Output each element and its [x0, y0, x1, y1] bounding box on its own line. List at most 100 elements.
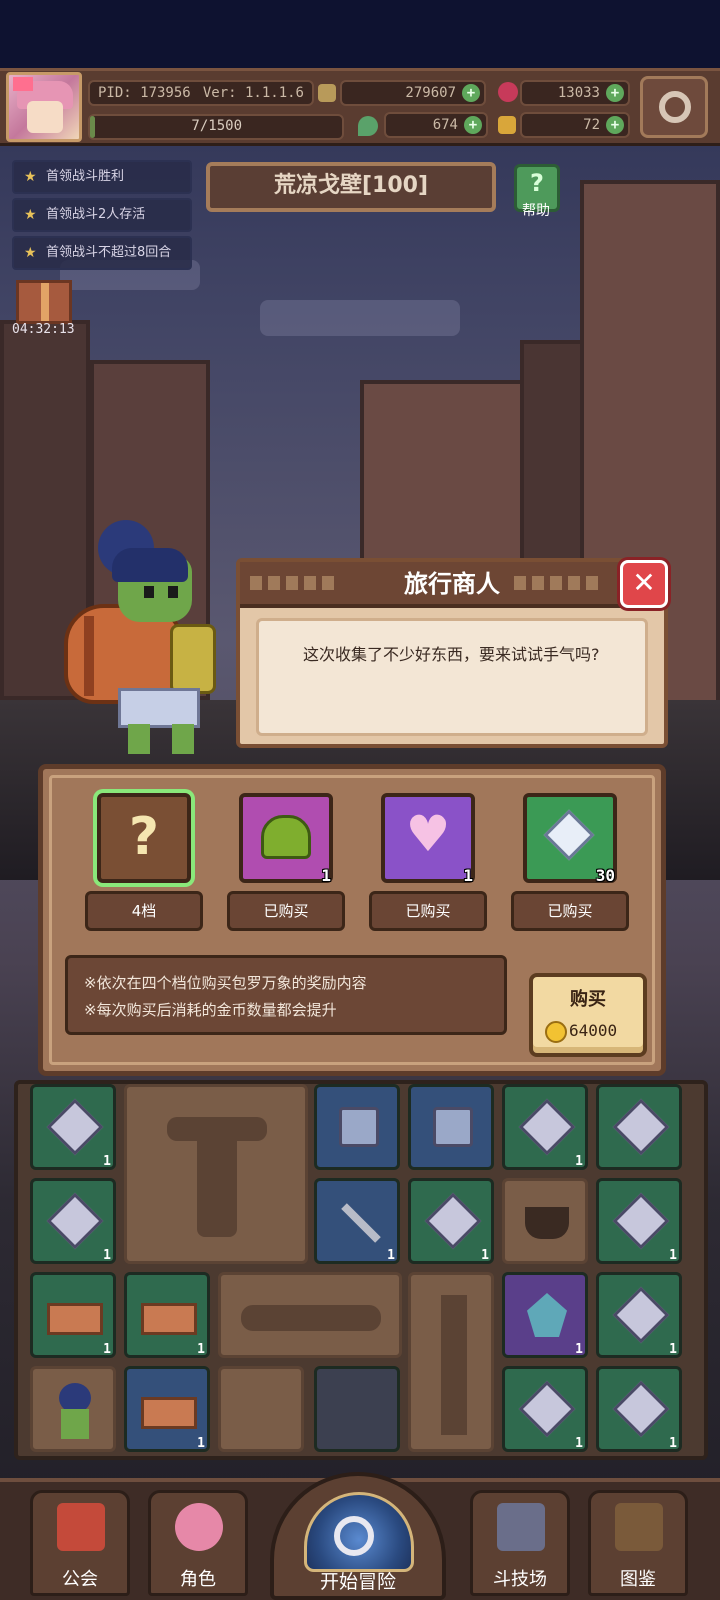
stone-cube-icon	[339, 1107, 379, 1147]
slot-qty: 30	[595, 866, 615, 885]
quest-item[interactable]: ★ 首领战斗胜利	[12, 160, 192, 194]
add-clover-icon[interactable]: +	[464, 116, 482, 134]
add-gold-icon[interactable]: +	[462, 84, 480, 102]
settings-button[interactable]	[640, 76, 708, 138]
add-bag-icon[interactable]: +	[606, 116, 624, 134]
inventory-slot[interactable]	[314, 1084, 400, 1170]
xp-text: 7/1500	[191, 118, 242, 134]
inventory-slot[interactable]: 1	[596, 1366, 682, 1452]
inventory-slot[interactable]: 1	[502, 1084, 588, 1170]
nav-label: 斗技场	[493, 1569, 547, 1590]
inventory-slot[interactable]	[314, 1366, 400, 1452]
version-label: Ver: 1.1.1.6	[202, 85, 304, 101]
nav-label: 公会	[62, 1569, 98, 1590]
inventory-slot[interactable]	[596, 1084, 682, 1170]
inventory-grid: 1 1 1 1 1 1 1 1 1 1 1 1 1	[14, 1080, 708, 1460]
tier-button[interactable]: 4档	[85, 891, 203, 931]
inventory-slot[interactable]	[30, 1366, 116, 1452]
close-icon: ✕	[632, 566, 656, 599]
ruby-icon	[498, 82, 518, 102]
inventory-slot[interactable]: 1	[30, 1272, 116, 1358]
gem-icon	[612, 1380, 670, 1438]
gear-icon	[659, 91, 691, 123]
purchased-button[interactable]: 已购买	[227, 891, 345, 931]
dialog-message: 这次收集了不少好东西，要来试试手气吗?	[256, 618, 648, 736]
nav-label: 开始冒险	[319, 1571, 396, 1593]
gift-timer: 04:32:13	[12, 322, 75, 337]
add-gem-icon[interactable]: +	[606, 84, 624, 102]
gold-coin-icon	[545, 1021, 567, 1043]
clover-pill: 674 +	[384, 112, 488, 138]
chest-icon	[47, 1303, 103, 1335]
quest-item[interactable]: ★ 首领战斗不超过8回合	[12, 236, 192, 270]
inventory-slot[interactable]	[502, 1178, 588, 1264]
gift-box-icon[interactable]	[16, 280, 72, 324]
dialog-title-bar: 旅行商人	[240, 562, 664, 608]
player-id: PID: 173956	[98, 85, 191, 101]
quest-item[interactable]: ★ 首领战斗2人存活	[12, 198, 192, 232]
inventory-slot[interactable]: 1	[502, 1272, 588, 1358]
buy-price: 64000	[569, 1021, 618, 1040]
shop-slot-2[interactable]: 1	[239, 793, 333, 885]
xp-bar: 7/1500	[88, 114, 344, 140]
codex-book-icon	[615, 1503, 663, 1551]
gem-amount: 13033	[557, 85, 600, 101]
gem-icon	[518, 1098, 576, 1156]
inventory-slot[interactable]	[218, 1366, 304, 1452]
gold-amount: 279607	[405, 85, 456, 101]
slot-qty: 1	[463, 866, 473, 885]
info-line: ※每次购买后消耗的金币数量都会提升	[84, 1001, 337, 1019]
purchased-button[interactable]: 已购买	[511, 891, 629, 931]
slot-qty: 1	[321, 866, 331, 885]
purchased-button[interactable]: 已购买	[369, 891, 487, 931]
inventory-slot[interactable]: 1	[408, 1178, 494, 1264]
info-line: ※依次在四个档位购买包罗万象的奖励内容	[84, 974, 367, 992]
nav-codex[interactable]: 图鉴	[588, 1490, 688, 1596]
buy-label: 购买	[570, 989, 606, 1010]
bag-amount: 72	[583, 117, 600, 133]
inventory-slot[interactable]	[408, 1084, 494, 1170]
log-tile	[218, 1272, 402, 1358]
guild-house-icon	[57, 1503, 105, 1551]
clover-icon	[358, 116, 378, 136]
player-info-pill: PID: 173956 Ver: 1.1.1.6	[88, 80, 314, 106]
bag-icon	[498, 116, 516, 134]
inventory-slot[interactable]: 1	[124, 1272, 210, 1358]
inventory-slot[interactable]: 1	[502, 1366, 588, 1452]
shop-slot-3[interactable]: ♥ 1	[381, 793, 475, 885]
gem-pill: 13033 +	[520, 80, 630, 106]
nav-guild[interactable]: 公会	[30, 1490, 130, 1596]
shop-slot-1[interactable]: ?	[97, 793, 191, 883]
gem-icon	[612, 1098, 670, 1156]
shop-slot-4[interactable]: 30	[523, 793, 617, 885]
quest-label: 首领战斗不超过8回合	[46, 245, 172, 260]
zongzi-icon	[261, 815, 311, 859]
inventory-slot[interactable]: 1	[596, 1272, 682, 1358]
gold-bar-icon	[318, 84, 336, 102]
magnifier-icon	[334, 1516, 374, 1556]
stone-cube-icon	[433, 1107, 473, 1147]
nav-character[interactable]: 角色	[148, 1490, 248, 1596]
nav-label: 角色	[180, 1569, 216, 1590]
inventory-slot[interactable]: 1	[124, 1366, 210, 1452]
buy-button[interactable]: 购买 64000	[529, 973, 647, 1057]
nav-label: 图鉴	[620, 1569, 656, 1590]
goblin-merchant	[60, 520, 230, 760]
inventory-slot[interactable]: 1	[30, 1084, 116, 1170]
chest-icon	[141, 1303, 197, 1335]
xp-bar-fill	[90, 116, 96, 138]
player-avatar[interactable]	[6, 72, 82, 142]
star-icon: ★	[24, 245, 37, 261]
gem-icon	[612, 1286, 670, 1344]
nav-arena[interactable]: 斗技场	[470, 1490, 570, 1596]
close-button[interactable]: ✕	[620, 560, 668, 608]
clover-amount: 674	[432, 117, 458, 133]
gem-icon	[46, 1098, 104, 1156]
heart-crystal-icon: ♥	[405, 805, 451, 863]
help-label[interactable]: 帮助	[508, 200, 564, 220]
inventory-slot[interactable]: 1	[314, 1178, 400, 1264]
crystal-cluster-icon	[527, 1293, 567, 1337]
white-diamond-icon	[543, 809, 595, 861]
inventory-slot[interactable]: 1	[30, 1178, 116, 1264]
inventory-slot[interactable]: 1	[596, 1178, 682, 1264]
